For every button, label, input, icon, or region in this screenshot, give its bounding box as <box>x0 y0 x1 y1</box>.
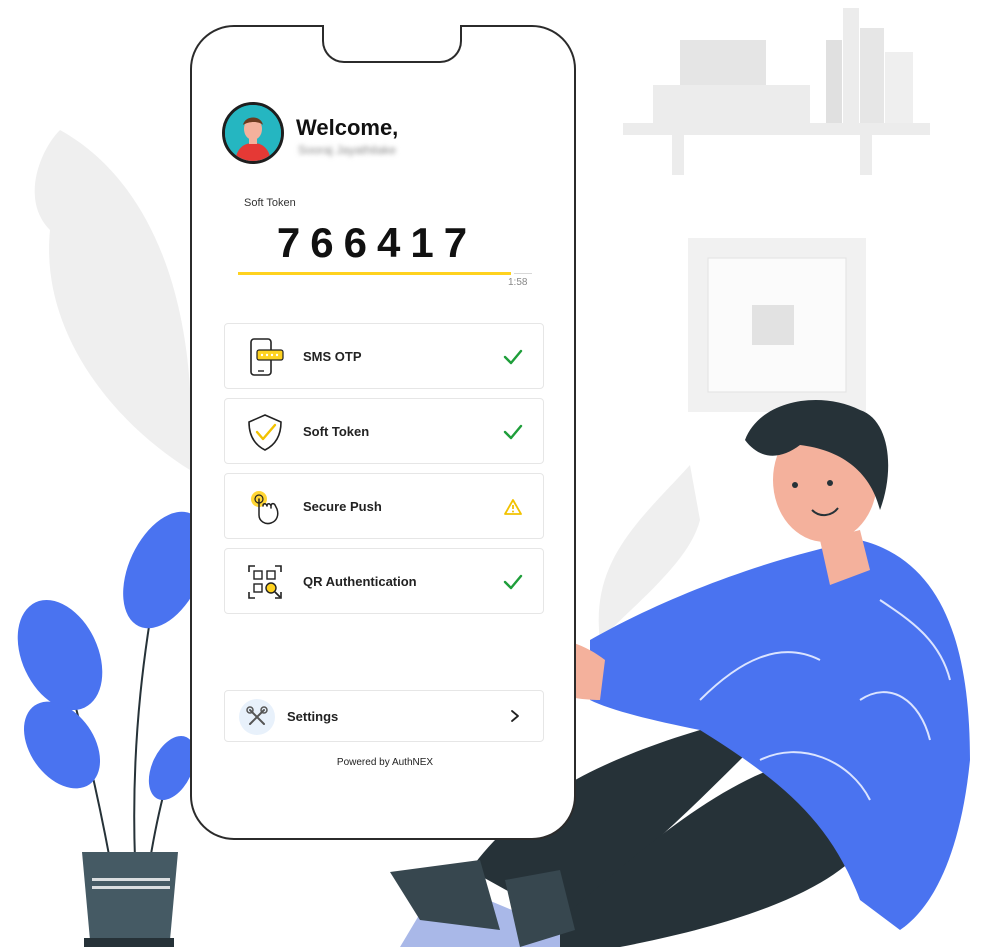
welcome-heading: Welcome, <box>296 115 399 140</box>
picture-frame-illustration <box>688 238 866 412</box>
sms-otp-icon <box>250 338 284 376</box>
method-label: QR Authentication <box>303 574 417 589</box>
chevron-right-icon <box>511 710 519 722</box>
token-countdown: 1:58 <box>508 277 528 288</box>
method-soft-token[interactable]: Soft Token <box>224 398 544 464</box>
settings-icon-badge <box>239 699 275 735</box>
method-label: Soft Token <box>303 424 370 439</box>
phone-screen: Welcome, Sooraj Jayathilake Soft Token 7… <box>190 23 576 840</box>
user-name: Sooraj Jayathilake <box>298 143 397 157</box>
method-sms-otp[interactable]: SMS OTP <box>224 323 544 389</box>
phone-notch <box>322 25 462 63</box>
tap-hand-icon <box>251 491 279 525</box>
shield-check-icon <box>248 414 282 451</box>
check-icon <box>503 574 523 590</box>
method-label: SMS OTP <box>303 349 362 364</box>
qr-scan-icon <box>248 565 282 599</box>
check-icon <box>503 424 523 440</box>
warning-icon <box>504 499 522 515</box>
settings-button[interactable]: Settings <box>224 690 544 742</box>
settings-label: Settings <box>287 709 339 724</box>
powered-by-footer: Powered by AuthNEX <box>336 757 434 768</box>
method-label: Secure Push <box>303 499 382 514</box>
token-progress-bar <box>238 272 511 275</box>
method-secure-push[interactable]: Secure Push <box>224 473 544 539</box>
tools-icon <box>246 706 268 725</box>
method-qr-authentication[interactable]: QR Authentication <box>224 548 544 614</box>
soft-token-code[interactable]: 766417 <box>240 219 514 267</box>
check-icon <box>503 349 523 365</box>
user-avatar-icon <box>225 105 281 161</box>
shelf-illustration <box>623 8 930 175</box>
avatar[interactable] <box>222 102 284 164</box>
soft-token-label: Soft Token <box>244 197 296 209</box>
